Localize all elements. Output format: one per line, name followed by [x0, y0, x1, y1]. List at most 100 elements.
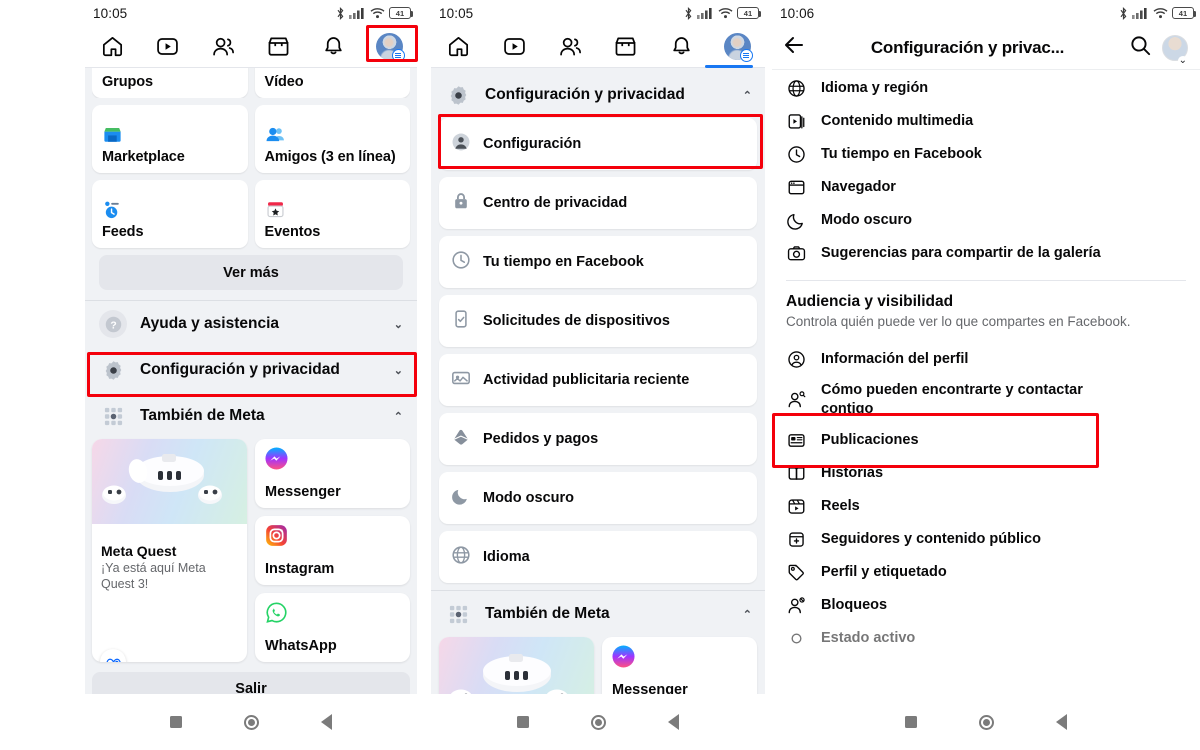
- meta-quest-card[interactable]: [439, 637, 594, 694]
- detail-item-reels[interactable]: Reels: [772, 490, 1200, 523]
- followers-icon: [786, 530, 807, 549]
- detail-item-bloqueos[interactable]: Bloqueos: [772, 589, 1200, 622]
- whatsapp-icon: [265, 601, 400, 629]
- circle-icon[interactable]: [244, 714, 259, 730]
- shortcut-video[interactable]: Vídeo: [254, 68, 410, 98]
- menu-row-settings-privacy[interactable]: Configuración y privacidad ⌄: [85, 347, 417, 393]
- shortcut-label: Grupos: [102, 74, 153, 90]
- shortcut-feeds[interactable]: Feeds: [92, 180, 248, 248]
- circle-icon[interactable]: [979, 714, 994, 730]
- back-arrow-icon[interactable]: [782, 33, 806, 62]
- wifi-icon: [718, 8, 733, 19]
- chevron-down-icon: ⌄: [393, 364, 403, 377]
- section-header-settings-privacy[interactable]: Configuración y privacidad ⌃: [431, 72, 765, 118]
- status-clock: 10:06: [780, 5, 815, 21]
- settings-item-actividad-publicitaria[interactable]: Actividad publicitaria reciente: [439, 354, 757, 406]
- cellular-signal-icon: [349, 8, 364, 19]
- status-icons: 41: [1119, 6, 1197, 20]
- app-card-messenger[interactable]: Messenger: [602, 637, 757, 694]
- detail-item-historias[interactable]: Historias: [772, 457, 1200, 490]
- detail-item-idioma-region[interactable]: Idioma y región: [772, 72, 1200, 105]
- browser-icon: [786, 178, 807, 197]
- system-navbar-3: [772, 694, 1200, 750]
- avatar-icon[interactable]: [1162, 34, 1189, 66]
- tab-notifications[interactable]: [659, 30, 703, 64]
- menu-row-help[interactable]: ? Ayuda y asistencia ⌄: [85, 301, 417, 347]
- triangle-back-icon[interactable]: [321, 714, 332, 730]
- square-icon[interactable]: [517, 716, 529, 728]
- detail-item-modo-oscuro[interactable]: Modo oscuro: [772, 204, 1200, 237]
- home-icon: [449, 36, 469, 57]
- detail-item-seguidores[interactable]: Seguidores y contenido público: [772, 523, 1200, 556]
- app-card-messenger[interactable]: Messenger: [255, 439, 410, 508]
- app-card-whatsapp[interactable]: WhatsApp: [255, 593, 410, 662]
- active-tab-indicator: [705, 65, 753, 68]
- tab-friends[interactable]: [548, 30, 592, 64]
- reels-icon: [786, 497, 807, 516]
- block-icon: [786, 596, 807, 615]
- triangle-back-icon[interactable]: [1056, 714, 1067, 730]
- stories-icon: [786, 464, 807, 483]
- circle-icon[interactable]: [591, 714, 606, 730]
- phone-panel-menu: 10:05 41 Grupos Vídeo Marketplace Amigos…: [85, 0, 417, 750]
- settings-item-tu-tiempo[interactable]: Tu tiempo en Facebook: [439, 236, 757, 288]
- section-header-also-from-meta[interactable]: También de Meta ⌃: [431, 591, 765, 637]
- see-more-button[interactable]: Ver más: [99, 255, 403, 290]
- settings-item-configuracion[interactable]: Configuración: [439, 118, 757, 170]
- top-tab-bar-1: [85, 26, 417, 68]
- wifi-icon: [370, 8, 385, 19]
- detail-item-informacion-perfil[interactable]: Información del perfil: [772, 343, 1200, 376]
- tab-home[interactable]: [91, 30, 135, 64]
- detail-header: Configuración y privac...: [772, 26, 1200, 70]
- shortcut-grupos[interactable]: Grupos: [92, 68, 248, 98]
- detail-item-publicaciones[interactable]: Publicaciones: [772, 424, 1200, 457]
- detail-item-label: Seguidores y contenido público: [821, 530, 1041, 547]
- tab-profile-menu[interactable]: [367, 30, 411, 64]
- tab-video[interactable]: [146, 30, 190, 64]
- tab-notifications[interactable]: [312, 30, 356, 64]
- detail-item-tu-tiempo[interactable]: Tu tiempo en Facebook: [772, 138, 1200, 171]
- tab-home[interactable]: [437, 30, 481, 64]
- square-icon[interactable]: [170, 716, 182, 728]
- settings-item-centro-privacidad[interactable]: Centro de privacidad: [439, 177, 757, 229]
- tab-marketplace[interactable]: [604, 30, 648, 64]
- menu-row-also-from-meta[interactable]: También de Meta ⌃: [85, 393, 417, 439]
- detail-item-como-encontrarte[interactable]: Cómo pueden encontrarte y contactar cont…: [772, 376, 1200, 424]
- detail-item-perfil-etiquetado[interactable]: Perfil y etiquetado: [772, 556, 1200, 589]
- avatar-menu-icon: [723, 33, 753, 62]
- detail-item-label: Bloqueos: [821, 596, 888, 613]
- shortcut-marketplace[interactable]: Marketplace: [92, 105, 248, 173]
- posts-icon: [786, 431, 807, 450]
- system-navbar-2: [431, 694, 765, 750]
- home-icon: [103, 36, 123, 57]
- detail-item-navegador[interactable]: Navegador: [772, 171, 1200, 204]
- detail-item-label: Historias: [821, 464, 884, 481]
- tab-friends[interactable]: [201, 30, 245, 64]
- tab-marketplace[interactable]: [257, 30, 301, 64]
- shortcut-amigos[interactable]: Amigos (3 en línea): [254, 105, 410, 173]
- detail-item-contenido-multimedia[interactable]: Contenido multimedia: [772, 105, 1200, 138]
- settings-scroll-area[interactable]: Configuración y privacidad ⌃ Configuraci…: [431, 68, 765, 694]
- detail-scroll-area[interactable]: Idioma y región Contenido multimedia Tu …: [772, 70, 1200, 694]
- shortcut-eventos[interactable]: Eventos: [254, 180, 410, 248]
- menu-scroll-area-1[interactable]: Grupos Vídeo Marketplace Amigos (3 en lí…: [85, 68, 417, 694]
- person-search-icon: [786, 390, 807, 409]
- meta-quest-card[interactable]: Meta Quest ¡Ya está aquí Meta Quest 3!: [92, 439, 247, 662]
- tab-video[interactable]: [492, 30, 536, 64]
- app-card-instagram[interactable]: Instagram: [255, 516, 410, 585]
- settings-item-solicitudes-dispositivos[interactable]: Solicitudes de dispositivos: [439, 295, 757, 347]
- screenshot-stage: 10:05 41 Grupos Vídeo Marketplace Amigos…: [0, 0, 1200, 750]
- tab-profile-menu[interactable]: [715, 30, 759, 64]
- feeds-icon: [102, 198, 238, 220]
- settings-item-pedidos-pagos[interactable]: Pedidos y pagos: [439, 413, 757, 465]
- triangle-back-icon[interactable]: [668, 714, 679, 730]
- bluetooth-icon: [1120, 6, 1127, 20]
- shortcut-label: Feeds: [102, 224, 144, 240]
- settings-item-modo-oscuro[interactable]: Modo oscuro: [439, 472, 757, 524]
- settings-item-idioma[interactable]: Idioma: [439, 531, 757, 583]
- square-icon[interactable]: [905, 716, 917, 728]
- detail-item-sugerencias-galeria[interactable]: Sugerencias para compartir de la galería: [772, 237, 1200, 270]
- search-icon[interactable]: [1129, 34, 1152, 62]
- logout-button[interactable]: Salir: [92, 672, 410, 694]
- detail-item-estado-activo[interactable]: Estado activo: [772, 622, 1200, 655]
